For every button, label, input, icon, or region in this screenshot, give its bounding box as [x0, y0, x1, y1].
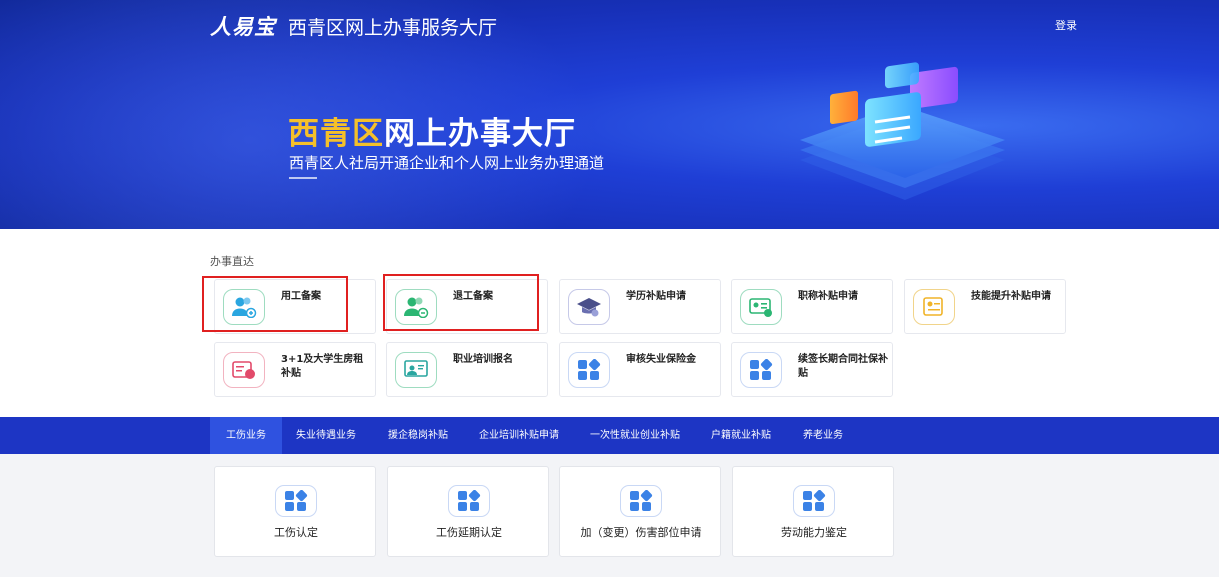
quick-card-unemployment-insurance[interactable]: 审核失业保险金	[559, 342, 721, 397]
tab-pension[interactable]: 养老业务	[795, 417, 851, 454]
tab-enterprise-training[interactable]: 企业培训补贴申请	[472, 417, 566, 454]
quick-card-label: 职称补贴申请	[798, 291, 858, 302]
quick-card-rent-subsidy[interactable]: 3+1及大学生房租补贴	[214, 342, 376, 397]
quick-card-contract-social-subsidy[interactable]: 续签长期合同社保补贴	[731, 342, 893, 397]
apps-grid-icon	[793, 485, 835, 517]
service-card-label: 加（变更）伤害部位申请	[580, 526, 702, 539]
login-link[interactable]: 登录	[1055, 17, 1077, 33]
tab-one-time-subsidy[interactable]: 一次性就业创业补贴	[582, 417, 688, 454]
quick-card-label: 学历补贴申请	[626, 291, 686, 302]
training-screen-icon	[395, 352, 437, 388]
quick-card-education-subsidy[interactable]: 学历补贴申请	[559, 279, 721, 334]
id-card-subsidy-icon	[740, 289, 782, 325]
quick-card-training-signup[interactable]: 职业培训报名	[386, 342, 548, 397]
service-card-injury-site-change[interactable]: 加（变更）伤害部位申请	[559, 466, 721, 557]
quick-card-label: 职业培训报名	[453, 354, 513, 365]
certificate-icon	[913, 289, 955, 325]
platform-chat-illustration-icon	[800, 62, 1005, 200]
quick-card-title-subsidy[interactable]: 职称补贴申请	[731, 279, 893, 334]
service-card-injury-recognition[interactable]: 工伤认定	[214, 466, 376, 557]
hero-title-highlight: 西青区	[288, 116, 384, 152]
graduation-cap-icon	[568, 289, 610, 325]
section-label: 办事直达	[210, 255, 254, 268]
service-card-labor-ability[interactable]: 劳动能力鉴定	[732, 466, 894, 557]
site-logo[interactable]: 人易宝 西青区网上办事服务大厅	[210, 11, 497, 41]
apps-grid-icon	[740, 352, 782, 388]
hero-banner: 人易宝 西青区网上办事服务大厅 登录 西青区网上办事大厅 西青区人社局开通企业和…	[0, 0, 1219, 229]
quick-card-label: 审核失业保险金	[626, 354, 696, 365]
service-card-label: 工伤认定	[274, 526, 318, 539]
rent-subsidy-icon	[223, 352, 265, 388]
service-card-injury-extension[interactable]: 工伤延期认定	[387, 466, 549, 557]
logo-mark: 人易宝	[210, 15, 276, 39]
apps-grid-icon	[568, 352, 610, 388]
service-card-label: 劳动能力鉴定	[781, 526, 847, 539]
hero-divider	[289, 177, 317, 179]
quick-card-label: 续签长期合同社保补贴	[798, 354, 888, 379]
service-card-label: 工伤延期认定	[436, 526, 502, 539]
highlight-box-termination	[383, 274, 539, 331]
apps-grid-icon	[620, 485, 662, 517]
hero-title: 西青区网上办事大厅	[288, 108, 576, 153]
tab-work-injury[interactable]: 工伤业务	[210, 417, 282, 454]
business-tab-bar: 工伤业务 失业待遇业务 援企稳岗补贴 企业培训补贴申请 一次性就业创业补贴 户籍…	[0, 417, 1219, 454]
apps-grid-icon	[448, 485, 490, 517]
apps-grid-icon	[275, 485, 317, 517]
quick-card-label: 技能提升补贴申请	[971, 291, 1051, 302]
site-title: 西青区网上办事服务大厅	[288, 16, 498, 39]
hero-title-rest: 网上办事大厅	[384, 116, 576, 152]
tab-job-stabilization[interactable]: 援企稳岗补贴	[380, 417, 456, 454]
quick-card-skill-subsidy[interactable]: 技能提升补贴申请	[904, 279, 1066, 334]
tab-unemployment[interactable]: 失业待遇业务	[288, 417, 364, 454]
highlight-box-employment	[202, 276, 348, 332]
tab-household-employment[interactable]: 户籍就业补贴	[703, 417, 779, 454]
hero-subtitle: 西青区人社局开通企业和个人网上业务办理通道	[289, 154, 605, 172]
quick-card-label: 3+1及大学生房租补贴	[281, 354, 364, 379]
